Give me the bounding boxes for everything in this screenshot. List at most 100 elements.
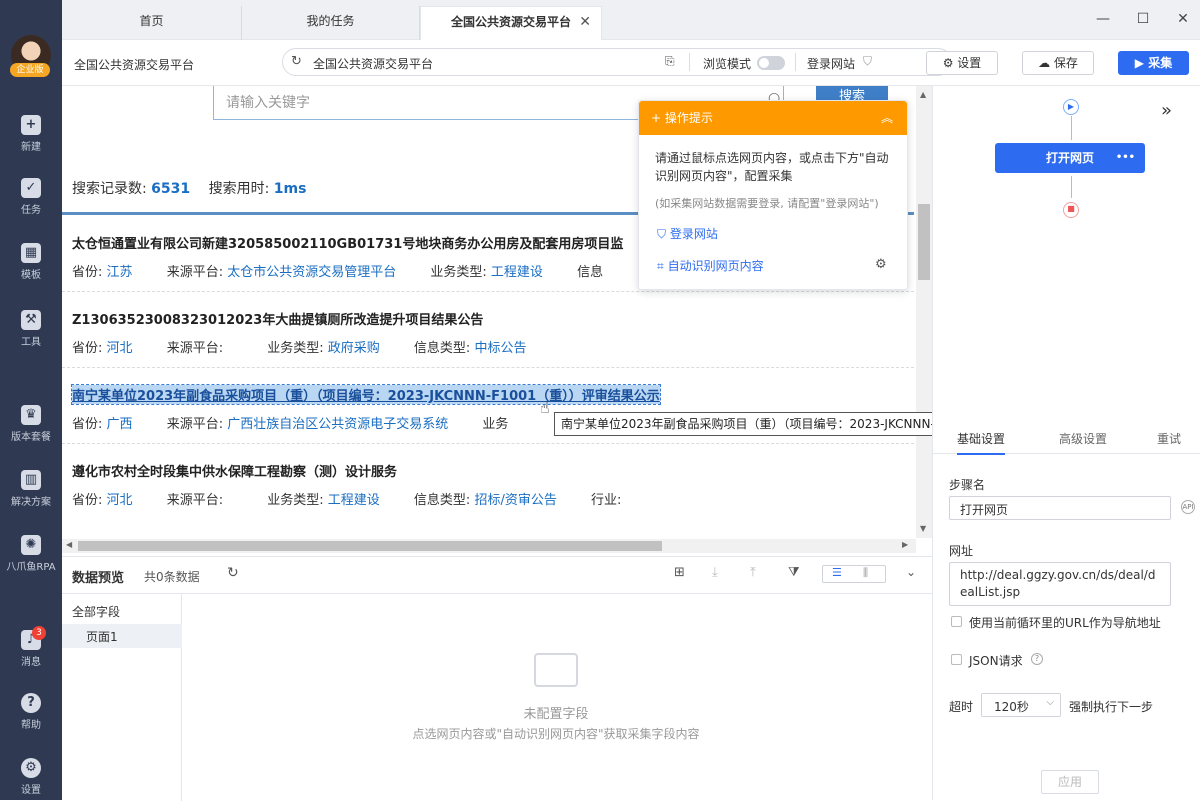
list-view-icon[interactable]: ☰ <box>832 566 842 579</box>
meta-value[interactable]: 工程建设 <box>328 493 380 508</box>
minimize-button[interactable]: — <box>1090 8 1116 30</box>
sidebar-item-tools[interactable]: ⚒ 工具 <box>0 310 62 360</box>
meta-value[interactable]: 太仓市公共资源交易管理平台 <box>227 265 396 280</box>
refresh-icon[interactable]: ↻ <box>227 565 239 581</box>
tab-my-tasks[interactable]: 我的任务 <box>242 6 420 40</box>
operation-tip-popup: + 操作提示 ︽ 请通过鼠标点选网页内容，或点击下方"自动识别网页内容"，配置采… <box>638 100 908 290</box>
export-icon[interactable]: ⤒ <box>750 565 756 580</box>
column-view-icon[interactable]: ⫼ <box>863 566 868 580</box>
shield-icon: ⛉ <box>657 227 670 241</box>
meta-value[interactable]: 招标/资审公告 <box>474 493 556 508</box>
save-button[interactable]: ☁ 保存 <box>1022 51 1094 75</box>
expand-icon[interactable]: » <box>1161 100 1172 121</box>
sidebar-item-solutions[interactable]: ▥ 解决方案 <box>0 470 62 520</box>
sidebar-item-settings[interactable]: ⚙ 设置 <box>0 758 62 808</box>
meta-value[interactable]: 中标公告 <box>474 341 526 356</box>
start-node-icon[interactable]: ▶ <box>1063 99 1079 115</box>
meta-value[interactable]: 江苏 <box>107 265 133 280</box>
tab-advanced-settings[interactable]: 高级设置 <box>1059 430 1107 447</box>
result-title-selected[interactable]: 南宁某单位2023年副食品采购项目（重）（项目编号：2023-JKCNNN-F1… <box>71 384 661 405</box>
collapse-icon[interactable]: ︽ <box>881 101 893 135</box>
all-fields-item[interactable]: 全部字段 <box>72 603 120 620</box>
use-loop-url-label: 使用当前循环里的URL作为导航地址 <box>969 616 1161 630</box>
node-menu-icon[interactable]: ••• <box>1116 143 1135 173</box>
filter-icon[interactable]: ⧩ <box>788 565 800 580</box>
json-request-label: JSON请求 <box>969 654 1023 668</box>
horizontal-scrollbar[interactable]: ◀ ▶ <box>62 539 916 553</box>
add-field-icon[interactable]: ⊞ <box>674 565 685 580</box>
unread-badge: 3 <box>32 626 46 640</box>
result-title[interactable]: 太仓恒通置业有限公司新建320585002110GB01731号地块商务办公用房… <box>72 233 623 252</box>
meta-value[interactable]: 广西壮族自治区公共资源电子交易系统 <box>227 417 448 432</box>
step-name-input[interactable]: 打开网页 <box>949 496 1171 520</box>
meta-key: 来源平台: <box>166 493 224 508</box>
auto-detect-link[interactable]: ⌗ 自动识别网页内容 <box>657 257 764 274</box>
sidebar-item-plans[interactable]: ♛ 版本套餐 <box>0 405 62 455</box>
browse-mode-toggle[interactable] <box>757 56 785 70</box>
divider <box>795 53 796 71</box>
apply-button[interactable]: 应用 <box>1041 770 1099 794</box>
end-node-icon[interactable]: ■ <box>1063 202 1079 218</box>
result-meta: 省份: 江苏 来源平台: 太仓市公共资源交易管理平台 业务类型: 工程建设 信息 <box>72 261 603 280</box>
close-icon[interactable]: ✕ <box>579 7 591 37</box>
result-title[interactable]: 遵化市农村全时段集中供水保障工程勘察（测）设计服务 <box>72 461 397 480</box>
login-site-label[interactable]: 登录网站 <box>807 55 855 72</box>
sidebar-item-tasks[interactable]: ✓ 任务 <box>0 178 62 228</box>
url-text[interactable]: 全国公共资源交易平台 <box>313 55 433 72</box>
view-switch[interactable]: ☰ ⫼ <box>822 565 886 583</box>
timeout-select[interactable]: 120秒 ⌵ <box>981 693 1061 717</box>
scroll-left-icon[interactable]: ◀ <box>66 540 72 549</box>
result-title[interactable]: Z13063523008323012023年大曲提镇厕所改造提升项目结果公告 <box>72 309 483 328</box>
meta-value[interactable]: 河北 <box>107 341 133 356</box>
popup-body: 请通过鼠标点选网页内容，或点击下方"自动识别网页内容"，配置采集 <box>655 151 889 183</box>
tab-home[interactable]: 首页 <box>62 6 242 40</box>
page-title: 全国公共资源交易平台 <box>74 58 195 72</box>
settings-button[interactable]: ⚙ 设置 <box>926 51 998 75</box>
meta-value[interactable]: 河北 <box>107 493 133 508</box>
task-icon: ✓ <box>21 178 41 198</box>
scroll-up-icon[interactable]: ▲ <box>920 90 926 99</box>
address-box[interactable]: ↻ 全国公共资源交易平台 ⎘ 浏览模式 登录网站 ⛉ <box>282 48 952 76</box>
use-loop-url-checkbox[interactable] <box>951 616 962 627</box>
workflow-panel: » ▶ 打开网页 ••• ■ 基础设置 高级设置 重试 步骤名 打开网页 API… <box>932 86 1200 800</box>
scroll-right-icon[interactable]: ▶ <box>902 540 908 549</box>
scroll-down-icon[interactable]: ▼ <box>920 524 926 533</box>
refresh-icon[interactable]: ↻ <box>291 54 302 69</box>
sidebar-item-new[interactable]: + 新建 <box>0 115 62 165</box>
tab-basic-settings[interactable]: 基础设置 <box>957 430 1006 455</box>
collect-button[interactable]: ▶ 采集 <box>1118 51 1189 75</box>
collapse-panel-icon[interactable]: ⌄ <box>906 565 916 579</box>
sidebar-item-messages[interactable]: ♪ 3 消息 <box>0 626 62 680</box>
sidebar-item-rpa[interactable]: ✺ 八爪鱼RPA <box>0 535 62 585</box>
maximize-button[interactable]: ☐ <box>1130 8 1156 30</box>
popup-title: 操作提示 <box>664 111 713 125</box>
sidebar-item-templates[interactable]: ▦ 模板 <box>0 243 62 293</box>
scrollbar-thumb[interactable] <box>78 541 662 551</box>
import-icon[interactable]: ⤓ <box>712 565 718 580</box>
url-input[interactable]: http://deal.ggzy.gov.cn/ds/deal/dealList… <box>949 562 1171 606</box>
close-window-button[interactable]: ✕ <box>1170 8 1196 30</box>
meta-value[interactable]: 工程建设 <box>491 265 543 280</box>
page-source-icon[interactable]: ⎘ <box>665 54 675 69</box>
sidebar-item-help[interactable]: ? 帮助 <box>0 693 62 743</box>
tab-bar: 首页 我的任务 全国公共资源交易平台 ✕ — ☐ ✕ <box>62 0 1200 40</box>
tab-current-site[interactable]: 全国公共资源交易平台 ✕ <box>420 6 602 40</box>
json-request-checkbox[interactable] <box>951 654 962 665</box>
settings-tabs: 基础设置 高级设置 重试 <box>933 422 1200 455</box>
scan-icon: ⌗ <box>657 259 668 273</box>
api-icon[interactable]: API <box>1181 500 1195 514</box>
tab-retry[interactable]: 重试 <box>1157 430 1181 447</box>
meta-value[interactable]: 政府采购 <box>328 341 380 356</box>
open-page-node[interactable]: 打开网页 ••• <box>995 143 1145 173</box>
login-site-link[interactable]: ⛉ 登录网站 <box>657 225 718 242</box>
sidebar-item-label: 模板 <box>21 270 41 281</box>
meta-value[interactable]: 广西 <box>107 417 133 432</box>
page-item[interactable]: 页面1 <box>62 624 182 648</box>
vertical-scrollbar[interactable]: ▲ ▼ <box>916 86 932 538</box>
meta-key: 业务类型: <box>430 265 487 280</box>
gear-icon[interactable]: ⚙ <box>875 257 887 272</box>
meta-key: 来源平台: <box>166 417 224 432</box>
scrollbar-thumb[interactable] <box>918 204 930 280</box>
popup-header[interactable]: + 操作提示 ︽ <box>639 101 907 135</box>
help-icon[interactable]: ? <box>1031 653 1043 665</box>
